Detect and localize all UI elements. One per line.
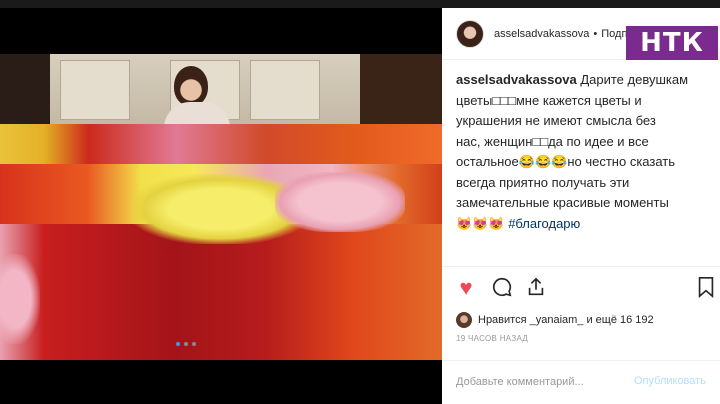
avatar[interactable]	[456, 19, 484, 48]
caption-emojis: 😻😻😻	[456, 215, 505, 231]
share-icon[interactable]	[524, 276, 548, 300]
ntk-logo: НТК	[626, 26, 718, 60]
avatar	[456, 312, 472, 328]
caption-text: всегда приятно получать эти	[456, 174, 630, 190]
comment-icon[interactable]	[490, 276, 514, 300]
publish-button[interactable]: Опубликовать	[634, 375, 706, 387]
post-caption: asselsadvakassova Дарите девушкам цветы□…	[456, 70, 714, 234]
comment-bar: Опубликовать	[442, 360, 720, 404]
likes-row[interactable]: Нравится _yanaiam_ и ещё 16 192	[456, 312, 654, 328]
header-separator: •	[593, 27, 598, 40]
carousel-dot[interactable]	[192, 342, 196, 346]
cabinet-door	[250, 60, 320, 120]
caption-text: остальное😂😂😂но честно сказать	[456, 154, 676, 169]
person-head	[174, 66, 208, 106]
hashtag-link[interactable]: #благодарю	[508, 216, 580, 231]
carousel-dot[interactable]	[184, 342, 188, 346]
likes-text[interactable]: Нравится _yanaiam_ и ещё 16 192	[478, 314, 654, 326]
pink-roses	[275, 172, 405, 232]
caption-text: Дарите девушкам	[580, 72, 689, 87]
divider	[442, 266, 720, 267]
top-strip	[0, 0, 720, 8]
roses-image	[0, 54, 442, 360]
pink-roses	[0, 254, 40, 344]
post-panel: asselsadvakassova • Подписаться asselsad…	[442, 8, 720, 404]
caption-text: цветы□□□мне кажется цветы и	[456, 92, 642, 108]
heart-icon[interactable]: ♥	[454, 276, 478, 300]
caption-text: замечательные красивые моменты	[456, 195, 669, 210]
comment-input[interactable]	[456, 373, 626, 391]
carousel-dot[interactable]	[176, 342, 180, 346]
bookmark-icon[interactable]	[694, 276, 718, 300]
dark-wall-left	[0, 54, 52, 134]
roses-row	[0, 224, 442, 360]
caption-text: нас, женщин□□да по идее и все	[456, 133, 649, 149]
caption-text: украшения не имеют смысла без	[456, 113, 656, 128]
header-username[interactable]: asselsadvakassova	[494, 28, 589, 40]
carousel-dots[interactable]	[176, 342, 196, 346]
post-actions: ♥	[454, 276, 714, 302]
post-photo[interactable]	[0, 8, 442, 404]
caption-username[interactable]: asselsadvakassova	[456, 72, 577, 87]
roses-row	[0, 124, 442, 164]
cabinet-door	[60, 60, 130, 120]
post-timestamp: 19 ЧАСОВ НАЗАД	[456, 334, 529, 343]
